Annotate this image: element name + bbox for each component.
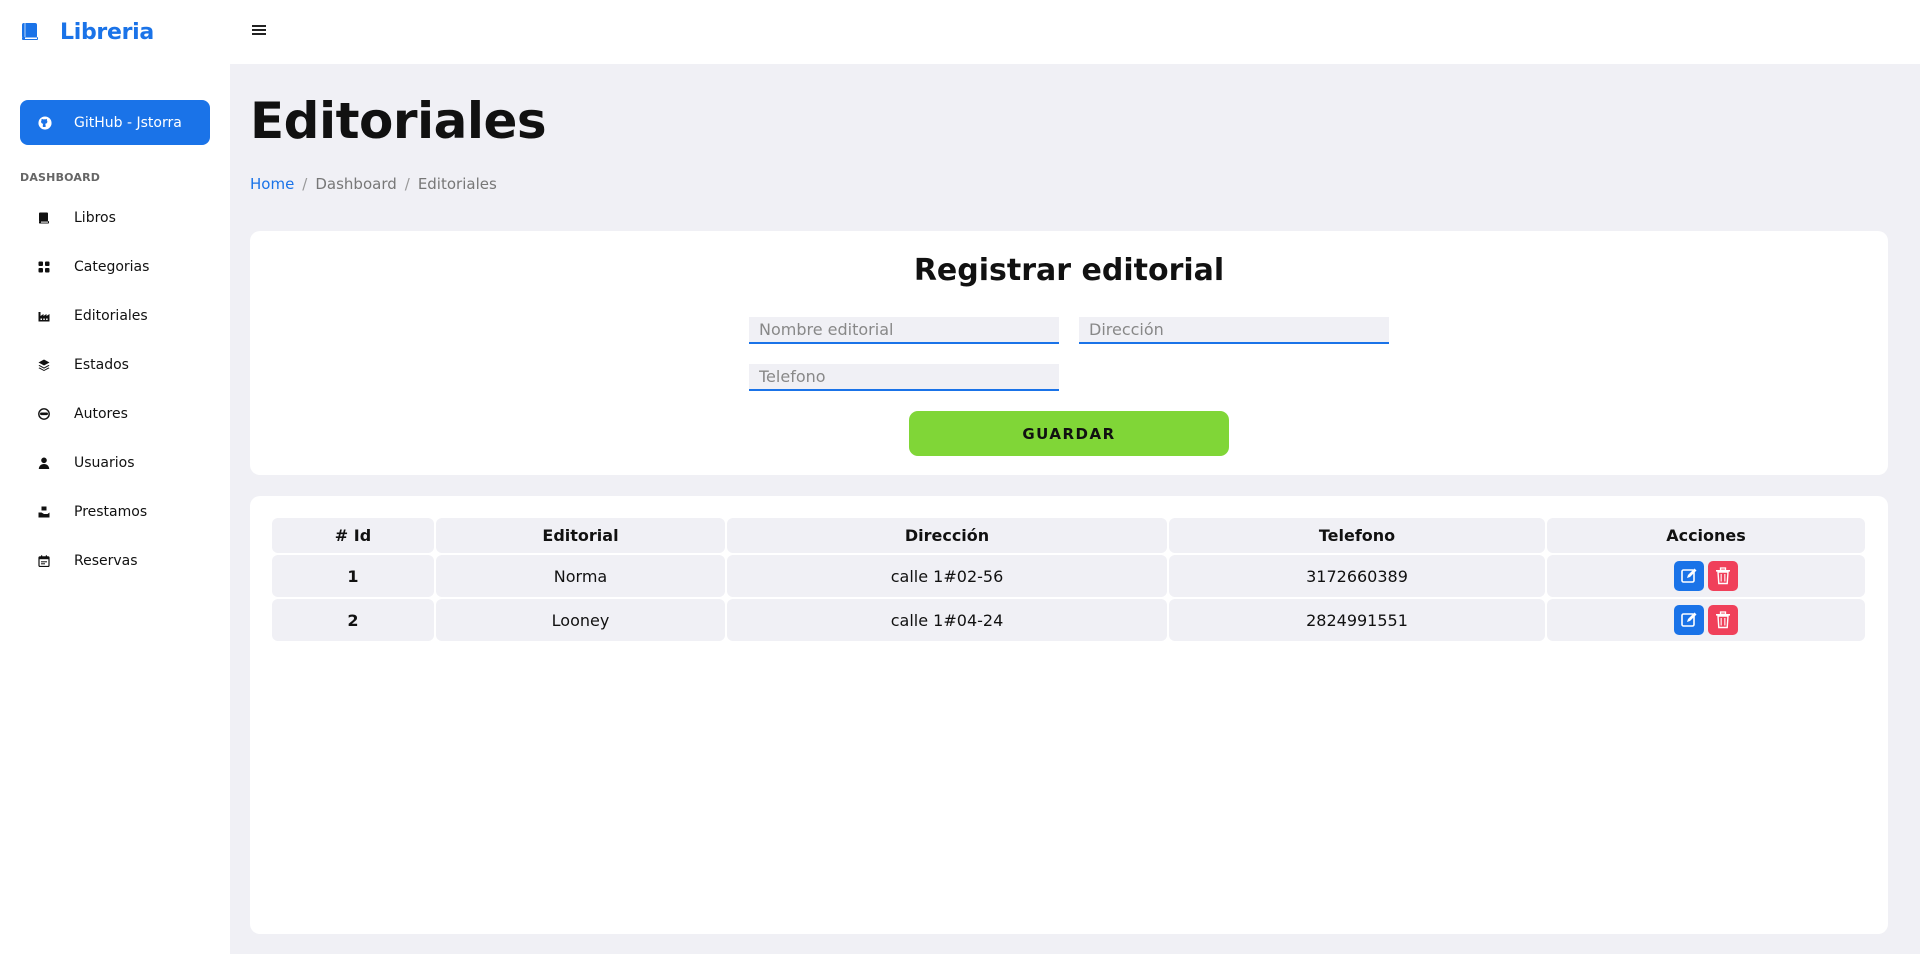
- topbar: [230, 0, 1920, 64]
- book-icon: [20, 22, 40, 42]
- github-button[interactable]: GitHub - Jstorra: [20, 100, 210, 145]
- header-id: # Id: [272, 518, 434, 553]
- table-row: 2 Looney calle 1#04-24 2824991551: [272, 599, 1865, 641]
- header-telefono: Telefono: [1169, 518, 1545, 553]
- header-acciones: Acciones: [1547, 518, 1865, 553]
- sidebar-item-label: Prestamos: [74, 503, 148, 520]
- sidebar-item-label: Reservas: [74, 552, 138, 569]
- hand-box-icon: [37, 505, 51, 519]
- sidebar-item-label: Estados: [74, 356, 129, 373]
- brand-name: Libreria: [60, 19, 154, 45]
- sidebar-item-label: Usuarios: [74, 454, 135, 471]
- cell-editorial: Norma: [436, 555, 725, 597]
- layers-icon: [37, 358, 51, 372]
- sidebar-nav: Libros Categorias Editoriales Estados Au…: [0, 193, 230, 585]
- header-direccion: Dirección: [727, 518, 1167, 553]
- sidebar-item-label: Autores: [74, 405, 128, 422]
- grid-icon: [37, 260, 51, 274]
- sidebar: Libreria GitHub - Jstorra DASHBOARD Libr…: [0, 0, 230, 954]
- sidebar-item-label: Categorias: [74, 258, 150, 275]
- register-form-card: Registrar editorial GUARDAR: [250, 231, 1888, 475]
- sidebar-item-editoriales[interactable]: Editoriales: [0, 291, 230, 340]
- user-icon: [37, 456, 51, 470]
- sidebar-item-autores[interactable]: Autores: [0, 389, 230, 438]
- cell-telefono: 2824991551: [1169, 599, 1545, 641]
- cell-acciones: [1547, 555, 1865, 597]
- trash-icon: [1716, 611, 1730, 629]
- editoriales-table-card: # Id Editorial Dirección Telefono Accion…: [250, 496, 1888, 934]
- edit-button[interactable]: [1674, 605, 1704, 635]
- edit-icon: [1681, 612, 1697, 627]
- cell-id: 1: [272, 555, 434, 597]
- breadcrumb-current: Editoriales: [417, 175, 497, 193]
- edit-icon: [1681, 568, 1697, 583]
- breadcrumb-home[interactable]: Home: [250, 175, 294, 193]
- nombre-editorial-input[interactable]: [749, 317, 1059, 344]
- page-title: Editoriales: [250, 92, 547, 150]
- table-header-row: # Id Editorial Dirección Telefono Accion…: [272, 518, 1865, 553]
- factory-icon: [37, 309, 51, 323]
- header-editorial: Editorial: [436, 518, 725, 553]
- nav-heading: DASHBOARD: [20, 171, 101, 184]
- hamburger-menu-icon[interactable]: [252, 23, 266, 37]
- cell-telefono: 3172660389: [1169, 555, 1545, 597]
- sidebar-item-label: Libros: [74, 209, 116, 226]
- telefono-input[interactable]: [749, 364, 1059, 391]
- trash-icon: [1716, 567, 1730, 585]
- book-icon: [37, 211, 51, 225]
- delete-button[interactable]: [1708, 561, 1738, 591]
- breadcrumb-dashboard: Dashboard: [315, 175, 397, 193]
- cell-direccion: calle 1#04-24: [727, 599, 1167, 641]
- sidebar-item-prestamos[interactable]: Prestamos: [0, 487, 230, 536]
- breadcrumb: Home / Dashboard / Editoriales: [250, 175, 497, 193]
- cell-acciones: [1547, 599, 1865, 641]
- calendar-icon: [37, 554, 51, 568]
- sidebar-item-reservas[interactable]: Reservas: [0, 536, 230, 585]
- editoriales-table: # Id Editorial Dirección Telefono Accion…: [270, 516, 1867, 643]
- save-button[interactable]: GUARDAR: [909, 411, 1229, 456]
- delete-button[interactable]: [1708, 605, 1738, 635]
- form-title: Registrar editorial: [913, 253, 1225, 288]
- direccion-input[interactable]: [1079, 317, 1389, 344]
- cell-id: 2: [272, 599, 434, 641]
- cell-direccion: calle 1#02-56: [727, 555, 1167, 597]
- brand[interactable]: Libreria: [20, 18, 154, 46]
- github-icon: [38, 115, 52, 130]
- github-label: GitHub - Jstorra: [74, 114, 182, 131]
- table-row: 1 Norma calle 1#02-56 3172660389: [272, 555, 1865, 597]
- sidebar-item-label: Editoriales: [74, 307, 148, 324]
- sidebar-item-usuarios[interactable]: Usuarios: [0, 438, 230, 487]
- cell-editorial: Looney: [436, 599, 725, 641]
- breadcrumb-separator: /: [302, 175, 308, 193]
- breadcrumb-separator: /: [404, 175, 410, 193]
- sidebar-item-libros[interactable]: Libros: [0, 193, 230, 242]
- sidebar-item-categorias[interactable]: Categorias: [0, 242, 230, 291]
- edit-button[interactable]: [1674, 561, 1704, 591]
- sidebar-item-estados[interactable]: Estados: [0, 340, 230, 389]
- mask-icon: [37, 407, 51, 421]
